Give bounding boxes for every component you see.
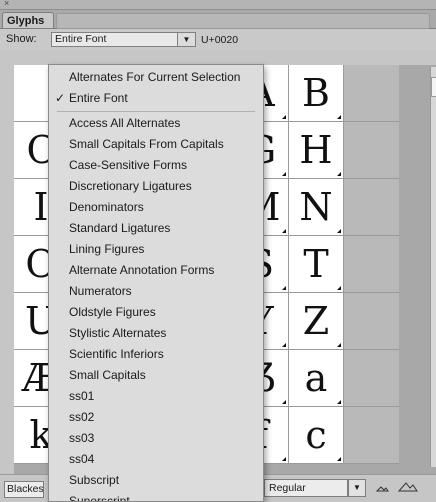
vertical-scrollbar[interactable]: [430, 67, 436, 467]
small-mountains-icon[interactable]: [375, 481, 389, 495]
menu-item[interactable]: Stylistic Alternates: [49, 323, 263, 344]
menu-item-label: Numerators: [69, 284, 132, 298]
menu-item-label: Alternate Annotation Forms: [69, 263, 215, 277]
tab-bar-fill: [56, 13, 430, 29]
glyph-cell[interactable]: [344, 236, 399, 293]
glyph-cell[interactable]: [344, 350, 399, 407]
panel-tab-bar: Glyphs: [0, 10, 436, 29]
glyph-cell[interactable]: c: [289, 407, 344, 464]
show-select[interactable]: Entire Font ▼: [51, 32, 196, 47]
alternates-indicator-icon: [282, 172, 286, 176]
glyph-cell[interactable]: [344, 293, 399, 350]
font-family-field[interactable]: Blackest: [4, 481, 44, 498]
menu-item-label: Alternates For Current Selection: [69, 70, 241, 84]
menu-item-label: Superscript: [69, 494, 130, 502]
menu-item-label: ss03: [69, 431, 95, 445]
menu-item-label: Subscript: [69, 473, 120, 487]
checkmark-icon: ✓: [55, 91, 66, 105]
menu-item-label: Lining Figures: [69, 242, 145, 256]
menu-item[interactable]: Small Capitals From Capitals: [49, 134, 263, 155]
menu-item[interactable]: Case-Sensitive Forms: [49, 155, 263, 176]
alternates-indicator-icon: [282, 457, 286, 461]
glyph-cell[interactable]: T: [289, 236, 344, 293]
tab-glyphs[interactable]: Glyphs: [2, 12, 54, 28]
menu-item-label: Access All Alternates: [69, 116, 181, 130]
alternates-indicator-icon: [282, 343, 286, 347]
glyphs-toolbar: Show: Entire Font ▼ U+0020: [0, 29, 436, 51]
menu-item[interactable]: Superscript: [49, 491, 263, 502]
glyph-cell[interactable]: N: [289, 179, 344, 236]
menu-item[interactable]: Oldstyle Figures: [49, 302, 263, 323]
menu-item[interactable]: Alternates For Current Selection: [49, 67, 263, 88]
menu-item[interactable]: ss03: [49, 428, 263, 449]
menu-item-label: ss02: [69, 410, 95, 424]
menu-item-label: Entire Font: [69, 91, 128, 105]
glyph-cell[interactable]: [344, 407, 399, 464]
menu-item-label: Stylistic Alternates: [69, 326, 167, 340]
glyph-cell[interactable]: [344, 179, 399, 236]
close-icon[interactable]: ×: [4, 0, 9, 9]
show-label: Show:: [6, 33, 37, 45]
menu-item-label: Oldstyle Figures: [69, 305, 156, 319]
glyph-cell[interactable]: [344, 65, 399, 122]
menu-item[interactable]: Access All Alternates: [49, 113, 263, 134]
menu-item-label: ss01: [69, 389, 95, 403]
show-dropdown-menu: Alternates For Current Selection ✓ Entire …: [48, 64, 264, 502]
glyph-cell[interactable]: B: [289, 65, 344, 122]
menu-item[interactable]: Small Capitals: [49, 365, 263, 386]
alternates-indicator-icon: [282, 286, 286, 290]
menu-item[interactable]: Subscript: [49, 470, 263, 491]
large-mountains-icon[interactable]: [398, 480, 418, 494]
panel-title-strip: ×: [0, 0, 436, 10]
menu-item-label: Small Capitals: [69, 368, 146, 382]
alternates-indicator-icon: [337, 115, 341, 119]
alternates-indicator-icon: [337, 172, 341, 176]
menu-separator: [57, 111, 255, 112]
alternates-indicator-icon: [282, 115, 286, 119]
menu-item[interactable]: ss02: [49, 407, 263, 428]
glyph-cell[interactable]: [344, 122, 399, 179]
menu-item-label: Case-Sensitive Forms: [69, 158, 188, 172]
menu-item-label: ss04: [69, 452, 95, 466]
menu-item-label: Standard Ligatures: [69, 221, 171, 235]
alternates-indicator-icon: [337, 400, 341, 404]
chevron-down-icon[interactable]: ▼: [177, 33, 195, 46]
menu-item[interactable]: ss01: [49, 386, 263, 407]
menu-item[interactable]: Lining Figures: [49, 239, 263, 260]
menu-item[interactable]: Denominators: [49, 197, 263, 218]
menu-item-label: Discretionary Ligatures: [69, 179, 192, 193]
alternates-indicator-icon: [337, 229, 341, 233]
font-style-field[interactable]: Regular: [264, 479, 348, 497]
alternates-indicator-icon: [337, 457, 341, 461]
alternates-indicator-icon: [337, 286, 341, 290]
alternates-indicator-icon: [337, 343, 341, 347]
menu-item[interactable]: ss04: [49, 449, 263, 470]
menu-item[interactable]: Scientific Inferiors: [49, 344, 263, 365]
glyph-cell[interactable]: H: [289, 122, 344, 179]
menu-item-label: Denominators: [69, 200, 144, 214]
menu-item-label: Scientific Inferiors: [69, 347, 164, 361]
alternates-indicator-icon: [282, 229, 286, 233]
glyph-cell[interactable]: a: [289, 350, 344, 407]
glyph-cell[interactable]: Z: [289, 293, 344, 350]
menu-item[interactable]: Standard Ligatures: [49, 218, 263, 239]
menu-item[interactable]: Alternate Annotation Forms: [49, 260, 263, 281]
menu-item[interactable]: Numerators: [49, 281, 263, 302]
menu-item[interactable]: ✓ Entire Font: [49, 88, 263, 109]
codepoint-readout: U+0020: [201, 34, 239, 46]
alternates-indicator-icon: [282, 400, 286, 404]
menu-item[interactable]: Discretionary Ligatures: [49, 176, 263, 197]
menu-item-label: Small Capitals From Capitals: [69, 137, 224, 151]
show-select-value: Entire Font: [55, 33, 107, 45]
scrollbar-thumb[interactable]: [431, 77, 436, 97]
chevron-down-icon[interactable]: ▼: [348, 479, 366, 497]
